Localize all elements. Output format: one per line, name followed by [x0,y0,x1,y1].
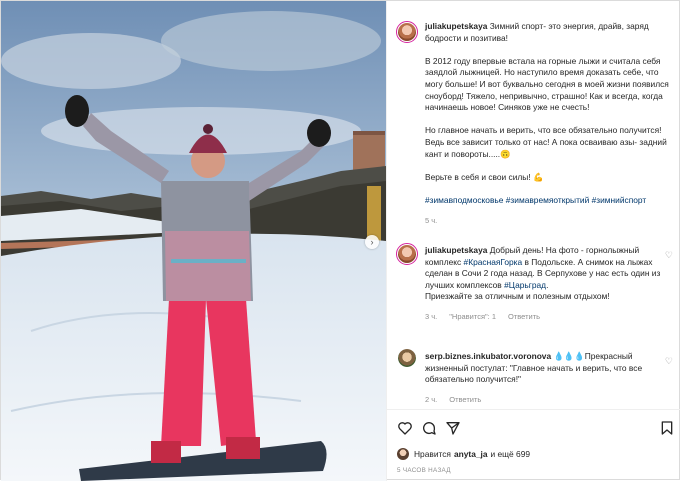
caption-meta: 5 ч. [425,215,673,227]
comment-text-line2: Приезжайте за отличным и полезным отдыхо… [425,291,610,302]
post-caption: juliakupetskaya Зимний спорт- это энерги… [425,21,673,226]
comment-1: juliakupetskaya Добрый день! На фото - г… [425,245,673,323]
bookmark-icon[interactable] [659,420,675,436]
paper-plane-icon[interactable] [445,420,461,436]
hashtag[interactable]: #зимавподмосковье [425,195,503,205]
comment-icon[interactable] [421,420,437,436]
caption-paragraph-3: Но главное начать и верить, что все обяз… [425,125,667,159]
likes-summary[interactable]: Нравится anyta_ja и ещё 699 [397,448,530,460]
heart-icon[interactable] [397,420,413,436]
comment-like-icon[interactable]: ♡ [665,250,673,261]
likes-prefix: Нравится [414,449,451,459]
post-panel: juliakupetskaya Зимний спорт- это энерги… [386,1,680,481]
hashtag[interactable]: #зимнийспорт [592,195,647,205]
reply-button[interactable]: Ответить [508,311,540,323]
hashtag[interactable]: #зимавремяоткрытий [506,195,590,205]
comment-age[interactable]: 2 ч. [425,394,437,406]
likes-suffix[interactable]: и ещё 699 [491,449,531,459]
comment-author[interactable]: juliakupetskaya [425,245,487,255]
comment-likes[interactable]: "Нравится": 1 [449,311,496,323]
liker-avatar [397,448,409,460]
comments-list: juliakupetskaya Зимний спорт- это энерги… [387,1,680,409]
hashtag[interactable]: #Царьград [504,280,546,290]
comment-avatar[interactable] [396,243,418,265]
reply-button[interactable]: Ответить [449,394,481,406]
liker-username[interactable]: anyta_ja [454,449,488,459]
comment-age[interactable]: 3 ч. [425,311,437,323]
caption-hashtags: #зимавподмосковье #зимавремяоткрытий #зи… [425,195,673,207]
comment-2: serp.biznes.inkubator.voronova 💧💧💧Прекра… [425,351,673,405]
caption-paragraph-4: Верьте в себя и свои силы! 💪 [425,171,544,182]
post-frame: › juliakupetskaya Зимний спорт- это энер… [0,0,680,481]
comment-like-icon[interactable]: ♡ [665,356,673,367]
author-avatar[interactable] [396,21,418,43]
comment-avatar[interactable] [398,349,416,367]
caption-age[interactable]: 5 ч. [425,215,437,227]
caption-paragraph-2: В 2012 году впервые встала на горные лыж… [425,55,669,113]
hashtag[interactable]: #КраснаяГорка [464,257,523,267]
post-photo[interactable]: › [1,1,386,481]
comment-text: . [546,279,549,290]
post-timestamp[interactable]: 5 ЧАСОВ НАЗАД [397,467,451,474]
comment-meta: 2 ч. Ответить [425,394,673,406]
comment-meta: 3 ч. "Нравится": 1 Ответить [425,311,673,323]
next-photo-button[interactable]: › [365,235,379,249]
caption-author[interactable]: juliakupetskaya [425,21,487,31]
snowboarder-photo [1,1,386,481]
comment-author[interactable]: serp.biznes.inkubator.voronova [425,351,551,361]
